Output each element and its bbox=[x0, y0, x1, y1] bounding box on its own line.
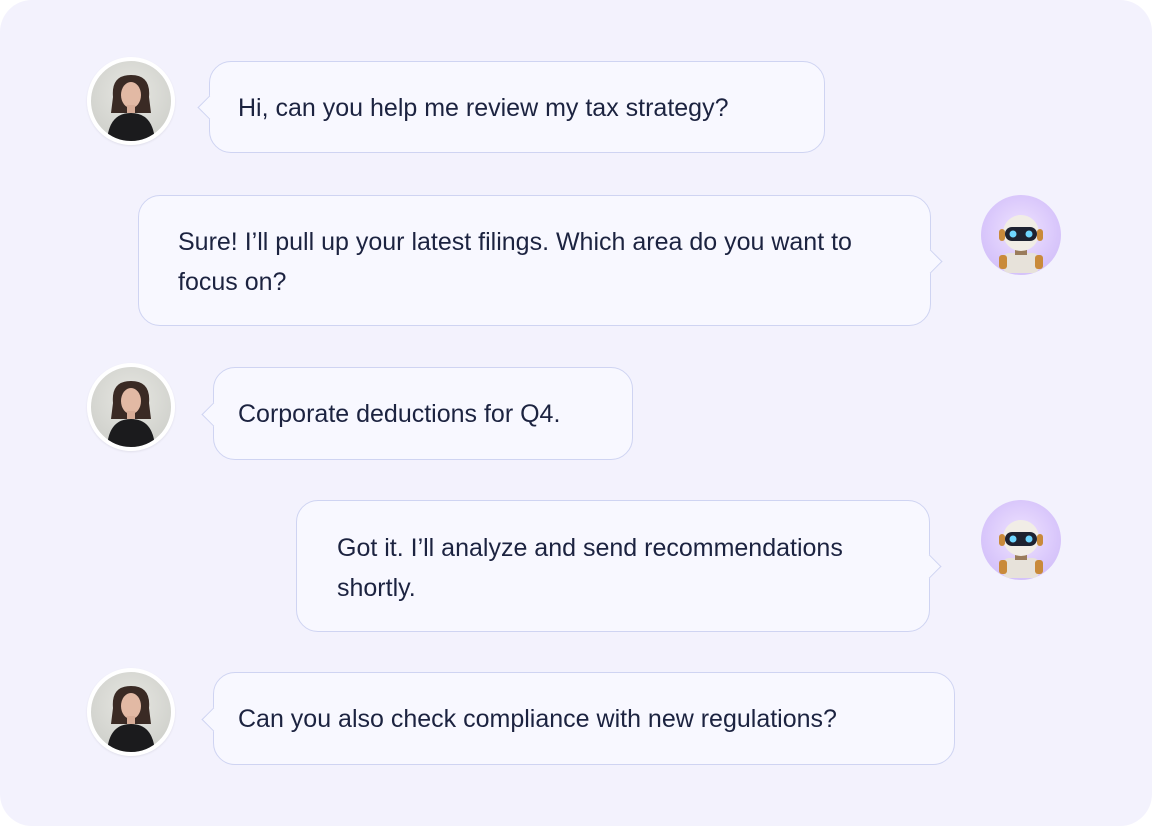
bubble-tail bbox=[917, 554, 942, 579]
user-avatar-icon bbox=[107, 686, 155, 752]
message-bubble: Corporate deductions for Q4. bbox=[201, 367, 633, 460]
user-avatar-icon bbox=[107, 381, 155, 447]
message-bubble: Got it. I’ll analyze and send recommenda… bbox=[296, 500, 942, 632]
user-avatar bbox=[87, 363, 175, 451]
user-avatar-icon bbox=[107, 75, 155, 141]
message-bubble: Sure! I’ll pull up your latest filings. … bbox=[138, 195, 943, 326]
bubble-tail bbox=[197, 95, 222, 120]
bot-avatar bbox=[981, 195, 1061, 275]
message-text: Corporate deductions for Q4. bbox=[238, 400, 561, 428]
robot-avatar-icon bbox=[999, 520, 1043, 578]
message-text: Got it. I’ll analyze and send recommenda… bbox=[337, 534, 843, 602]
message-bubble: Can you also check compliance with new r… bbox=[201, 672, 955, 765]
robot-avatar-icon bbox=[999, 215, 1043, 273]
user-avatar bbox=[87, 57, 175, 145]
bubble-tail bbox=[918, 248, 943, 274]
bubble-tail bbox=[201, 706, 226, 732]
message-text: Can you also check compliance with new r… bbox=[238, 705, 837, 733]
message-text: Hi, can you help me review my tax strate… bbox=[238, 94, 729, 122]
message-bubble: Hi, can you help me review my tax strate… bbox=[197, 61, 825, 153]
chat-panel: Hi, can you help me review my tax strate… bbox=[0, 0, 1152, 826]
bubble-tail bbox=[201, 401, 226, 427]
bot-avatar bbox=[981, 500, 1061, 580]
message-text: Sure! I’ll pull up your latest filings. … bbox=[178, 228, 852, 296]
user-avatar bbox=[87, 668, 175, 756]
